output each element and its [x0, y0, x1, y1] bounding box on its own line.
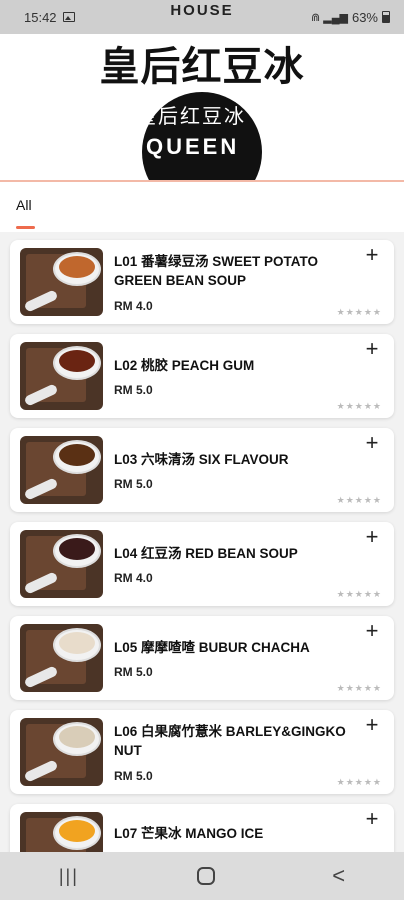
item-thumbnail: [20, 342, 103, 410]
item-price: RM 5.0: [114, 665, 153, 679]
menu-item-card[interactable]: L05 摩摩喳喳 BUBUR CHACHA RM 5.0 + ★★★★★: [10, 616, 394, 700]
menu-item-card[interactable]: L02 桃胶 PEACH GUM RM 5.0 + ★★★★★: [10, 334, 394, 418]
logo-sub: QUEEN: [146, 134, 240, 159]
add-item-button[interactable]: +: [362, 526, 382, 548]
item-name: L04 红豆汤 RED BEAN SOUP: [114, 546, 298, 561]
item-price: RM 4.0: [114, 299, 153, 313]
item-rating: ★★★★★: [336, 495, 382, 505]
item-name: L07 芒果冰 MANGO ICE: [114, 826, 264, 841]
item-rating: ★★★★★: [336, 589, 382, 599]
item-rating: ★★★★★: [336, 683, 382, 693]
item-thumbnail: [20, 624, 103, 692]
item-thumbnail: [20, 718, 103, 786]
tab-all[interactable]: All: [16, 197, 32, 213]
logo-text: 皇后红豆冰: [136, 106, 246, 128]
item-name: L01 番薯绿豆汤 SWEET POTATO GREEN BEAN SOUP: [114, 254, 319, 288]
item-rating: ★★★★★: [336, 307, 382, 317]
add-item-button[interactable]: +: [362, 432, 382, 454]
item-price: RM 4.0: [114, 571, 153, 585]
item-rating: ★★★★★: [336, 401, 382, 411]
menu-item-card[interactable]: L03 六味清汤 SIX FLAVOUR RM 5.0 + ★★★★★: [10, 428, 394, 512]
category-tabs: All: [0, 182, 404, 232]
tab-active-indicator: [16, 226, 35, 229]
brand-small: HOUSE: [170, 2, 234, 19]
add-item-button[interactable]: +: [362, 808, 382, 830]
item-name: L06 白果腐竹薏米 BARLEY&GINGKO NUT: [114, 724, 346, 758]
item-price: RM 5.0: [114, 383, 153, 397]
menu-item-card[interactable]: L01 番薯绿豆汤 SWEET POTATO GREEN BEAN SOUP R…: [10, 240, 394, 324]
menu-item-card[interactable]: L04 红豆汤 RED BEAN SOUP RM 4.0 + ★★★★★: [10, 522, 394, 606]
item-thumbnail: [20, 530, 103, 598]
item-price: RM 5.0: [114, 769, 153, 783]
item-thumbnail: [20, 436, 103, 504]
back-icon[interactable]: <: [332, 863, 345, 889]
add-item-button[interactable]: +: [362, 244, 382, 266]
item-name: L05 摩摩喳喳 BUBUR CHACHA: [114, 640, 310, 655]
recent-apps-icon[interactable]: |||: [59, 866, 79, 887]
brand-title: 皇后红豆冰: [99, 45, 305, 89]
item-name: L02 桃胶 PEACH GUM: [114, 358, 255, 373]
item-price: RM 5.0: [114, 477, 153, 491]
item-rating: ★★★★★: [336, 777, 382, 787]
item-name: L03 六味清汤 SIX FLAVOUR: [114, 452, 289, 467]
add-item-button[interactable]: +: [362, 338, 382, 360]
add-item-button[interactable]: +: [362, 714, 382, 736]
add-item-button[interactable]: +: [362, 620, 382, 642]
item-thumbnail: [20, 248, 103, 316]
home-icon[interactable]: [196, 867, 215, 885]
menu-item-card[interactable]: L06 白果腐竹薏米 BARLEY&GINGKO NUT RM 5.0 + ★★…: [10, 710, 394, 794]
system-nav-bar: ||| <: [0, 852, 404, 900]
